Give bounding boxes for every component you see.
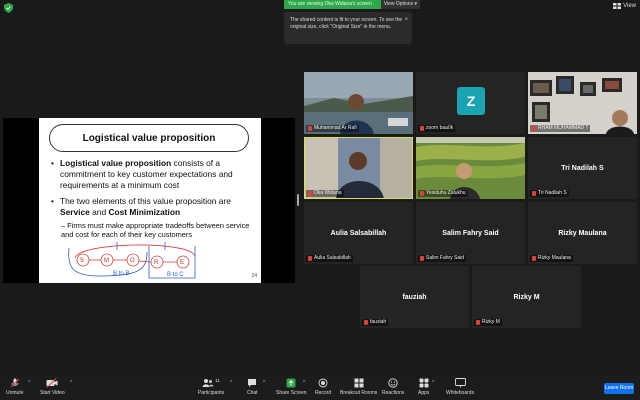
breakout-rooms-button[interactable]: Breakout Rooms bbox=[340, 378, 377, 396]
muted-mic-icon bbox=[532, 256, 536, 261]
shared-screen[interactable]: Logistical value proposition • Logistica… bbox=[3, 118, 295, 283]
participant-tile-active-speaker[interactable]: Oka Widana bbox=[304, 137, 413, 199]
participant-label: Aulia Salsabillah bbox=[306, 255, 353, 262]
participant-tile[interactable]: Rizky Maulana Rizky Maulana bbox=[528, 202, 637, 264]
slide-page: Logistical value proposition • Logistica… bbox=[39, 118, 261, 283]
scribble-r: R bbox=[154, 260, 159, 266]
participant-label: Rizky Maulana bbox=[530, 255, 573, 262]
share-screen-icon bbox=[286, 378, 296, 388]
record-icon bbox=[318, 378, 328, 388]
reactions-button[interactable]: Reactions bbox=[382, 378, 404, 396]
muted-mic-icon bbox=[532, 191, 536, 196]
participant-label: Muhammad Ar Rafi bbox=[306, 125, 359, 132]
participant-label: RHAM MUHAMMAD T bbox=[530, 125, 591, 132]
participant-label: fauziah bbox=[362, 319, 389, 326]
participant-label: Rizky M bbox=[474, 319, 502, 326]
record-button[interactable]: Record bbox=[315, 378, 331, 396]
view-button-label: View bbox=[623, 3, 636, 9]
muted-mic-icon bbox=[420, 256, 424, 261]
annotation-scribble: S M O R E B to B B to C bbox=[68, 242, 196, 279]
participants-caret[interactable]: ^ bbox=[230, 380, 232, 386]
share-caret[interactable]: ^ bbox=[303, 380, 305, 386]
participant-tile[interactable]: fauziah fauziah bbox=[360, 266, 469, 328]
participants-button[interactable]: 11 Participants bbox=[198, 378, 224, 396]
participant-tile[interactable]: Salim Fahry Said Salim Fahry Said bbox=[416, 202, 525, 264]
start-video-button[interactable]: Start Video bbox=[40, 378, 65, 396]
muted-mic-icon bbox=[308, 256, 312, 261]
video-off-icon bbox=[46, 378, 58, 388]
chat-caret[interactable]: ^ bbox=[263, 380, 265, 386]
scribble-m: M bbox=[104, 258, 109, 264]
meeting-toolbar: Unmute ^ Start Video ^ 11 Participants ^… bbox=[0, 375, 640, 400]
leave-room-button[interactable]: Leave Room bbox=[604, 383, 634, 394]
unmute-button[interactable]: Unmute bbox=[6, 378, 24, 396]
participant-tile[interactable]: Yesiduhu Zalukhu bbox=[416, 137, 525, 199]
participant-tile[interactable]: Rizky M Rizky M bbox=[472, 266, 581, 328]
grid-view-icon bbox=[613, 3, 622, 9]
muted-mic-icon bbox=[308, 126, 312, 131]
scribble-btoc: B to C bbox=[167, 272, 184, 278]
chat-icon bbox=[248, 379, 257, 387]
muted-mic-icon bbox=[420, 126, 424, 131]
tooltip-text: The shared content is fit to your screen… bbox=[290, 17, 403, 30]
muted-mic-icon bbox=[308, 191, 312, 196]
slide-page-number: 24 bbox=[251, 273, 257, 279]
participant-label: zoom baa0k bbox=[418, 125, 456, 132]
view-options-button[interactable]: View Options ▾ bbox=[380, 0, 420, 9]
muted-mic-icon bbox=[364, 320, 368, 325]
audio-options-caret[interactable]: ^ bbox=[28, 380, 30, 386]
participant-label: Oka Widana bbox=[306, 190, 344, 197]
chat-button[interactable]: Chat bbox=[247, 378, 258, 396]
fit-screen-tooltip: The shared content is fit to your screen… bbox=[284, 12, 412, 44]
video-options-caret[interactable]: ^ bbox=[70, 380, 72, 386]
scribble-e: E bbox=[180, 260, 184, 266]
participant-label: Salim Fahry Said bbox=[418, 255, 467, 262]
participants-count: 11 bbox=[215, 378, 220, 383]
share-screen-button[interactable]: Share Screen bbox=[276, 378, 307, 396]
muted-mic-icon bbox=[420, 191, 424, 196]
chevron-down-icon: ▾ bbox=[414, 1, 417, 7]
screen-share-banner: You are viewing Oka Widana's screen View… bbox=[284, 0, 420, 9]
banner-message: You are viewing Oka Widana's screen bbox=[284, 0, 381, 9]
apps-button[interactable]: Apps bbox=[418, 378, 429, 396]
splitter-handle[interactable] bbox=[297, 194, 299, 206]
breakout-rooms-icon bbox=[354, 378, 364, 388]
view-button[interactable]: View bbox=[613, 3, 636, 9]
scribble-s: S bbox=[80, 258, 84, 264]
participant-tile[interactable]: Aulia Salsabillah Aulia Salsabillah bbox=[304, 202, 413, 264]
whiteboards-button[interactable]: Whiteboards bbox=[446, 378, 474, 396]
close-icon[interactable]: × bbox=[404, 16, 408, 24]
avatar: Z bbox=[457, 87, 485, 115]
participant-label: Yesiduhu Zalukhu bbox=[418, 190, 468, 197]
muted-mic-icon bbox=[532, 126, 536, 131]
participant-tile[interactable]: Tri Nadilah S Tri Nadilah S bbox=[528, 137, 637, 199]
muted-mic-icon bbox=[476, 320, 480, 325]
scribble-btob: B to B bbox=[113, 271, 129, 277]
mic-muted-icon bbox=[10, 378, 20, 388]
participant-label: Tri Nadilah S bbox=[530, 190, 569, 197]
scribble-o: O bbox=[130, 258, 135, 264]
reactions-icon bbox=[388, 378, 398, 388]
apps-caret[interactable]: ^ bbox=[432, 380, 434, 386]
apps-icon bbox=[419, 378, 429, 388]
participant-tile[interactable]: RHAM MUHAMMAD T bbox=[528, 72, 637, 134]
participant-tile[interactable]: Muhammad Ar Rafi bbox=[304, 72, 413, 134]
whiteboard-icon bbox=[454, 378, 466, 388]
security-shield-icon[interactable] bbox=[4, 3, 13, 13]
participants-icon bbox=[202, 379, 214, 387]
participant-tile[interactable]: Z zoom baa0k bbox=[416, 72, 525, 134]
